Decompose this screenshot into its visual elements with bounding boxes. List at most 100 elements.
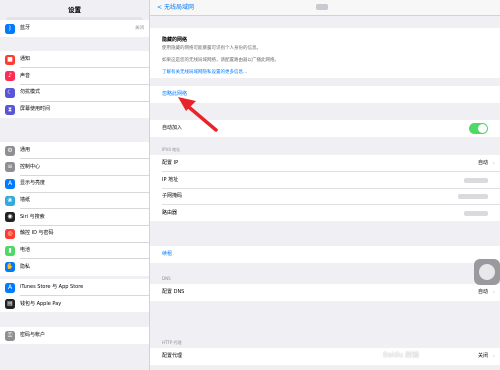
dns-section-header: DNS [162,276,171,281]
subnet-mask-label: 子网掩码 [162,193,183,199]
watermark: Baidu 经验 [383,351,420,359]
auto-join-row: 自动加入 [150,120,500,137]
configure-dns-value: 自动 [477,289,488,295]
battery-icon: ▮ [5,245,15,256]
renew-lease-row[interactable]: 续租 [150,246,500,263]
sidebar-item-label: 控制中心 [20,163,41,170]
router-row: 路由器 [150,205,500,222]
sidebar-title: 设置 [68,6,81,14]
configure-dns-label: 配置 DNS [162,289,185,295]
sidebar-item[interactable]: ❀ 墙纸 [0,192,149,209]
settings-sidebar: 设置 ᛒ 蓝牙 关闭 ■ 通知 ♪ 声音 ☾ 勿扰模式 ⧗ 屏幕使用时间 ⚙ 通用 ≡ 控制中心 A 显示与亮度… [0,0,150,370]
key-icon: ⚿ [5,330,15,341]
configure-proxy-row[interactable]: 配置代理 关闭 › [150,348,500,365]
wallet-icon: ▤ [5,299,15,310]
sidebar-item-label: 墙纸 [20,197,31,204]
hidden-network-text-2: 如果这是您的无线局域网络，请配置路由器以广播此网络。 [162,58,279,63]
wifi-network-detail: < 无线局域网 隐藏的网络 使用隐藏的网络可能暴露可识别个人身份的信息。 如果这… [150,0,500,370]
sidebar-item-label: 密码与帐户 [20,332,46,338]
sidebar-item[interactable]: A 显示与亮度 [0,175,149,193]
sidebar-item-label: iTunes Store 与 App Store [20,284,84,290]
sidebar-item-label: 显示与亮度 [20,180,46,187]
configure-proxy-label: 配置代理 [162,353,183,359]
sidebar-item[interactable]: ⧗ 屏幕使用时间 [0,101,149,118]
sound-icon: ♪ [5,71,15,82]
auto-join-toggle[interactable] [469,122,488,134]
chevron-right-icon: › [492,353,495,360]
sidebar-item-label: 通用 [20,147,31,153]
ip-address-label: IP 地址 [162,176,179,183]
notifications-icon: ■ [5,54,15,65]
chevron-right-icon: › [492,160,495,167]
toggle-knob [478,123,487,133]
subnet-mask-value-blurred [458,194,488,199]
back-button[interactable]: < 无线局域网 [157,2,194,13]
fingerprint-icon: ◎ [5,228,15,239]
sidebar-item-label: 电池 [20,247,31,254]
assistive-touch-button[interactable] [474,259,500,285]
sidebar-item-label: 屏幕使用时间 [20,106,51,113]
sidebar-item-label: Siri 与搜索 [20,213,45,220]
back-label: 无线局域网 [163,4,194,11]
gear-icon: ⚙ [5,145,15,156]
configure-ip-label: 配置 IP [162,160,179,166]
renew-lease-button[interactable]: 续租 [162,250,172,259]
chevron-right-icon: › [492,289,495,296]
privacy-learn-more-link[interactable]: 了解有关无线局域网隐私设置的更多信息… [162,69,248,75]
ip-address-row: IP 地址 [150,172,500,188]
network-name-blurred [316,4,328,10]
wallpaper-icon: ❀ [5,195,15,206]
sidebar-item[interactable]: AiTunes Store 与 App Store [0,279,149,296]
sidebar-item-value: 关闭 [135,26,144,31]
forget-network-button[interactable]: 忽略此网络 [162,90,187,99]
navigation-bar: < 无线局域网 [150,0,500,16]
sidebar-item[interactable]: ✋ 隐私 [0,259,149,276]
moon-icon: ☾ [5,87,15,98]
sidebar-item-label: 勿扰模式 [20,89,41,96]
hidden-network-title: 隐藏的网络 [162,37,188,43]
router-value-blurred [464,210,488,216]
sidebar-item[interactable]: ▮ 电池 [0,242,149,259]
sidebar-group: ᛒ 蓝牙 关闭 [0,20,149,37]
sidebar-group: ■ 通知 ♪ 声音 ☾ 勿扰模式 ⧗ 屏幕使用时间 [0,51,149,118]
sidebar-item-label: 触控 ID 与密码 [20,230,54,237]
sidebar-item-label: 钱包与 Apple Pay [20,300,62,307]
sidebar-item[interactable]: ⚿ 密码与帐户 [0,327,149,344]
auto-join-label: 自动加入 [162,125,183,131]
configure-ip-value: 自动 [477,160,488,166]
sidebar-item[interactable]: ◉ Siri 与搜索 [0,209,149,226]
sidebar-item[interactable]: ♪ 声音 [0,68,149,85]
http-proxy-section-header: HTTP 代理 [162,340,182,345]
sidebar-group: ⚿ 密码与帐户 [0,327,149,344]
appstore-icon: A [5,282,15,293]
sidebar-item[interactable]: ᛒ 蓝牙 关闭 [0,20,149,37]
ip-address-value-blurred [464,177,488,183]
hand-icon: ✋ [5,262,15,273]
forget-network-row[interactable]: 忽略此网络 [150,86,500,103]
sidebar-item-label: 蓝牙 [20,25,31,31]
sidebar-item-label: 隐私 [20,263,31,270]
sidebar-item[interactable]: ▤ 钱包与 Apple Pay [0,296,149,313]
configure-proxy-value: 关闭 [477,353,488,359]
sidebar-group: AiTunes Store 与 App Store ▤ 钱包与 Apple Pay [0,279,149,313]
sidebar-item[interactable]: ≡ 控制中心 [0,159,149,176]
sidebar-item-label: 声音 [20,72,31,79]
hourglass-icon: ⧗ [5,104,15,115]
bluetooth-icon: ᛒ [5,23,15,34]
sidebar-item-label: 通知 [20,56,31,62]
sidebar-group: ⚙ 通用 ≡ 控制中心 A 显示与亮度 ❀ 墙纸 ◉ Siri 与搜索 ◎ 触控 ID 与密码 ▮ 电池 ✋… [0,142,149,276]
ipv4-section-header: IPV4 地址 [162,147,181,152]
sidebar-item[interactable]: ◎ 触控 ID 与密码 [0,225,149,243]
siri-icon: ◉ [5,212,15,223]
hidden-network-text-1: 使用隐藏的网络可能暴露可识别个人身份的信息。 [162,46,261,51]
configure-ip-row[interactable]: 配置 IP 自动 › [150,155,500,172]
ipv4-card: 配置 IP 自动 › IP 地址 子网掩码 路由器 [150,155,500,221]
chevron-left-icon: < [157,4,163,11]
display-icon: A [5,178,15,189]
sidebar-item[interactable]: ☾ 勿扰模式 [0,84,149,102]
sidebar-item[interactable]: ■ 通知 [0,51,149,68]
control-center-icon: ≡ [5,162,15,173]
router-label: 路由器 [162,209,178,216]
sidebar-item[interactable]: ⚙ 通用 [0,142,149,159]
configure-dns-row[interactable]: 配置 DNS 自动 › [150,284,500,301]
